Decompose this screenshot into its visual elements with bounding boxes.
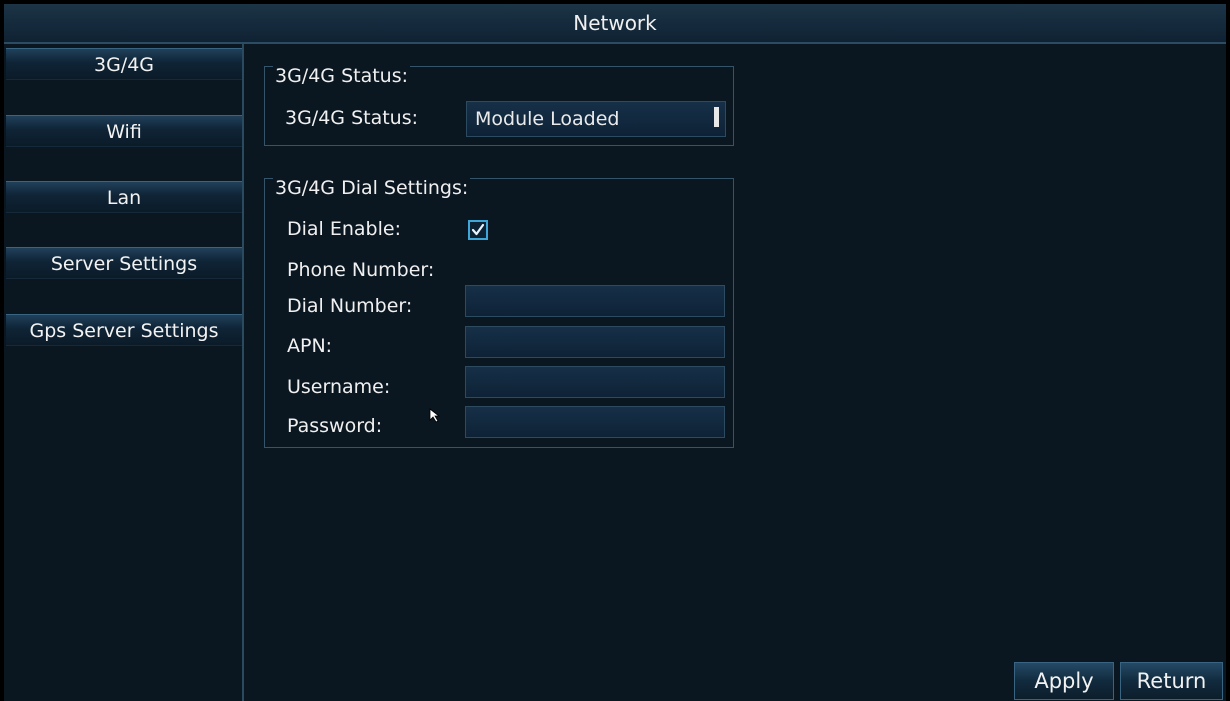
dial-number-label: Dial Number: [287, 295, 413, 317]
status-group-title: 3G/4G Status: [273, 65, 411, 87]
mouse-cursor-icon [429, 408, 441, 423]
sidebar: 3G/4G Wifi Lan Server Settings Gps Serve… [4, 44, 244, 701]
window-title: Network [4, 4, 1226, 44]
sidebar-item-3g4g[interactable]: 3G/4G [6, 48, 242, 80]
username-field[interactable] [465, 366, 725, 398]
status-select[interactable]: Module Loaded [466, 101, 726, 137]
dial-enable-label: Dial Enable: [287, 218, 401, 240]
sidebar-item-server-settings[interactable]: Server Settings [6, 247, 242, 279]
network-window: Network 3G/4G Wifi Lan Server Settings G… [4, 4, 1226, 701]
dial-settings-group-title: 3G/4G Dial Settings: [273, 177, 471, 199]
checkmark-icon [471, 223, 485, 236]
return-button[interactable]: Return [1120, 662, 1223, 700]
password-label: Password: [287, 415, 383, 437]
username-label: Username: [287, 376, 391, 398]
status-label: 3G/4G Status: [285, 107, 419, 129]
sidebar-item-lan[interactable]: Lan [6, 181, 242, 213]
apn-label: APN: [287, 335, 333, 357]
sidebar-item-gps-server-settings[interactable]: Gps Server Settings [6, 314, 242, 346]
password-field[interactable] [465, 406, 725, 438]
phone-number-label: Phone Number: [287, 259, 435, 281]
apply-button[interactable]: Apply [1014, 662, 1114, 700]
dial-number-field[interactable] [465, 285, 725, 317]
dropdown-handle-icon [714, 107, 719, 127]
sidebar-item-wifi[interactable]: Wifi [6, 115, 242, 147]
dial-enable-checkbox[interactable] [468, 220, 488, 240]
status-value: Module Loaded [475, 108, 620, 130]
apn-field[interactable] [465, 326, 725, 358]
